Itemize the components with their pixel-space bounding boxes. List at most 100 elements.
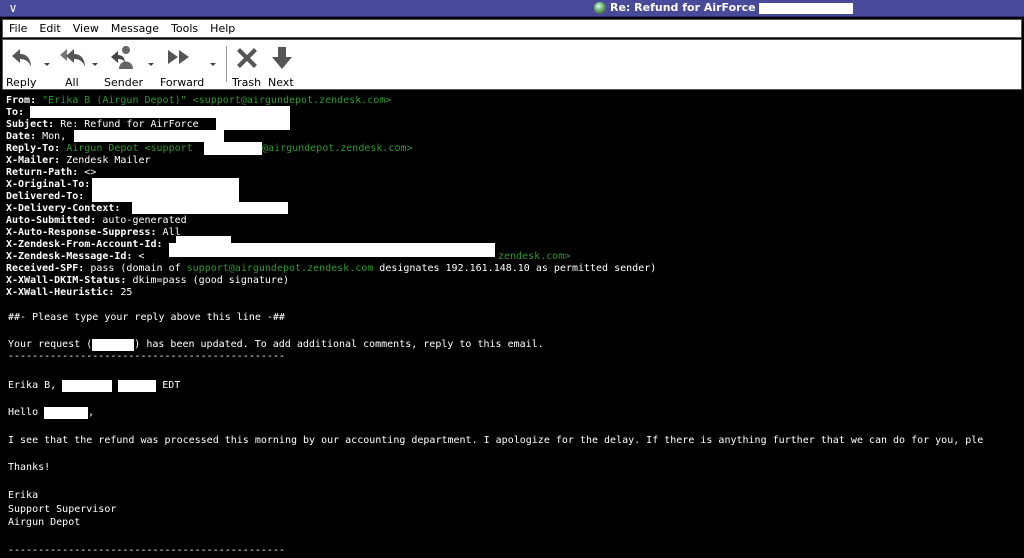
reply-sender-icon bbox=[111, 46, 133, 69]
header-x-mailer-value: Zendesk Mailer bbox=[66, 155, 151, 166]
header-date-label: Date: bbox=[6, 131, 37, 142]
redacted-block bbox=[92, 339, 135, 351]
redacted-block bbox=[132, 202, 288, 214]
menu-help[interactable]: Help bbox=[204, 20, 241, 37]
header-return-path-label: Return-Path: bbox=[6, 167, 79, 178]
menu-message[interactable]: Message bbox=[105, 20, 165, 37]
mail-app-icon bbox=[594, 2, 606, 14]
reply-button[interactable]: Reply bbox=[6, 43, 42, 89]
header-date-value: Mon, bbox=[42, 131, 67, 142]
window-title-text: Re: Refund for AirForce bbox=[610, 1, 756, 14]
trash-label: Trash bbox=[232, 76, 262, 89]
header-auto-submitted-label: Auto-Submitted: bbox=[6, 215, 97, 226]
menu-view[interactable]: View bbox=[67, 20, 105, 37]
header-received-spf-value-a: pass (domain of bbox=[90, 263, 187, 274]
reply-to-address-a[interactable]: Airgun Depot <support bbox=[66, 143, 192, 154]
window-title: Re: Refund for AirForce bbox=[594, 1, 853, 15]
header-x-zendesk-message-id: X-Zendesk-Message-Id: < bbox=[6, 251, 145, 263]
reply-sender-button[interactable]: Sender bbox=[103, 43, 145, 89]
menu-edit[interactable]: Edit bbox=[33, 20, 66, 37]
forward-label: Forward bbox=[160, 76, 205, 89]
header-reply-to-label: Reply-To: bbox=[6, 143, 61, 154]
header-reply-to: Reply-To: Airgun Depot <support bbox=[6, 143, 193, 155]
chevron-down-icon bbox=[92, 63, 98, 66]
comment-author-line: Erika B, EDT bbox=[8, 380, 180, 392]
header-auto-submitted-value: auto-generated bbox=[102, 215, 187, 226]
signature-name: Erika bbox=[8, 490, 39, 501]
header-x-zendesk-message-id-label: X-Zendesk-Message-Id: bbox=[6, 251, 133, 262]
redacted-block bbox=[74, 130, 224, 142]
reply-dropdown[interactable] bbox=[43, 43, 51, 87]
comment-author-name: Erika B, bbox=[8, 380, 57, 391]
header-x-mailer-label: X-Mailer: bbox=[6, 155, 61, 166]
header-x-xwall-dkim-status: X-XWall-DKIM-Status: dkim=pass (good sig… bbox=[6, 275, 289, 287]
down-arrow-icon bbox=[272, 47, 292, 69]
window-title-bar[interactable]: ∨ Re: Refund for AirForce bbox=[0, 0, 1024, 17]
header-date: Date: Mon, bbox=[6, 131, 66, 143]
header-x-delivery-context-label: X-Delivery-Context: bbox=[6, 203, 121, 214]
next-label: Next bbox=[268, 76, 294, 89]
greeting-line: Hello , bbox=[8, 407, 94, 419]
window-menu-chevron-icon[interactable]: ∨ bbox=[6, 0, 20, 16]
spf-address-link[interactable]: support@airgundepot.zendesk.com bbox=[187, 263, 374, 274]
toolbar: Reply All Sender Forward Trash Next bbox=[2, 39, 1022, 90]
trash-button[interactable]: Trash bbox=[231, 43, 265, 89]
header-received-spf-label: Received-SPF: bbox=[6, 263, 85, 274]
signature-company: Airgun Depot bbox=[8, 517, 81, 528]
header-x-original-to: X-Original-To: bbox=[6, 179, 90, 191]
next-button[interactable]: Next bbox=[267, 43, 297, 89]
reply-above-marker: ##- Please type your reply above this li… bbox=[8, 312, 285, 323]
reply-label: Reply bbox=[6, 76, 37, 89]
reply-all-button[interactable]: All bbox=[55, 43, 91, 89]
thanks-line: Thanks! bbox=[8, 462, 51, 473]
chevron-down-icon bbox=[148, 63, 154, 66]
header-x-zendesk-message-id-value-a: < bbox=[138, 251, 145, 262]
reply-all-icon bbox=[60, 49, 85, 67]
header-x-auto-response-suppress-label: X-Auto-Response-Suppress: bbox=[6, 227, 157, 238]
header-x-auto-response-suppress: X-Auto-Response-Suppress: All bbox=[6, 227, 181, 239]
header-x-xwall-heuristic-value: 25 bbox=[120, 287, 133, 298]
chevron-down-icon bbox=[210, 63, 216, 66]
header-x-xwall-heuristic: X-XWall-Heuristic: 25 bbox=[6, 287, 132, 299]
header-return-path-value: <> bbox=[84, 167, 97, 178]
redacted-block bbox=[216, 118, 290, 130]
reply-all-label: All bbox=[65, 76, 79, 89]
reply-icon bbox=[12, 49, 31, 67]
divider-line: ----------------------------------------… bbox=[8, 351, 285, 362]
redacted-block bbox=[204, 142, 262, 155]
forward-button[interactable]: Forward bbox=[158, 43, 208, 89]
header-received-spf: Received-SPF: pass (domain of support@ai… bbox=[6, 263, 656, 275]
greeting-text: Hello bbox=[8, 407, 39, 418]
header-auto-submitted: Auto-Submitted: auto-generated bbox=[6, 215, 187, 227]
forward-dropdown[interactable] bbox=[209, 43, 217, 87]
header-received-spf-value-c: designates 192.161.148.10 as permitted s… bbox=[373, 263, 657, 274]
chevron-down-icon bbox=[44, 63, 50, 66]
header-x-xwall-heuristic-label: X-XWall-Heuristic: bbox=[6, 287, 115, 298]
reply-to-address-b[interactable]: @airgundepot.zendesk.com> bbox=[262, 143, 413, 155]
signature-title: Support Supervisor bbox=[8, 504, 117, 515]
forward-icon bbox=[168, 50, 189, 64]
header-to: To: bbox=[6, 107, 24, 119]
divider-line-bottom: ----------------------------------------… bbox=[8, 545, 285, 556]
header-x-zendesk-from-account-id-label: X-Zendesk-From-Account-Id: bbox=[6, 239, 163, 250]
message-view[interactable]: From: "Erika B (Airgun Depot)" <support@… bbox=[6, 95, 1018, 558]
refund-message-line: I see that the refund was processed this… bbox=[8, 435, 984, 446]
header-x-zendesk-from-account-id: X-Zendesk-From-Account-Id: bbox=[6, 239, 163, 251]
trash-icon bbox=[237, 48, 257, 68]
redacted-block bbox=[92, 178, 239, 190]
redacted-block bbox=[92, 190, 239, 202]
redacted-block bbox=[30, 106, 290, 118]
header-subject-value: Re: Refund for AirForce bbox=[60, 119, 199, 130]
sender-address-link[interactable]: "Erika B (Airgun Depot)" <support@airgun… bbox=[42, 95, 391, 106]
reply-all-dropdown[interactable] bbox=[91, 43, 99, 87]
reply-sender-label: Sender bbox=[104, 76, 143, 89]
redacted-block bbox=[758, 2, 853, 14]
redacted-block bbox=[62, 380, 113, 392]
header-from-label: From: bbox=[6, 95, 37, 106]
reply-sender-dropdown[interactable] bbox=[147, 43, 155, 87]
request-update-line: Your request () has been updated. To add… bbox=[8, 339, 544, 351]
menu-file[interactable]: File bbox=[3, 20, 33, 37]
redacted-block bbox=[169, 243, 495, 257]
header-x-mailer: X-Mailer: Zendesk Mailer bbox=[6, 155, 151, 167]
menu-tools[interactable]: Tools bbox=[165, 20, 204, 37]
